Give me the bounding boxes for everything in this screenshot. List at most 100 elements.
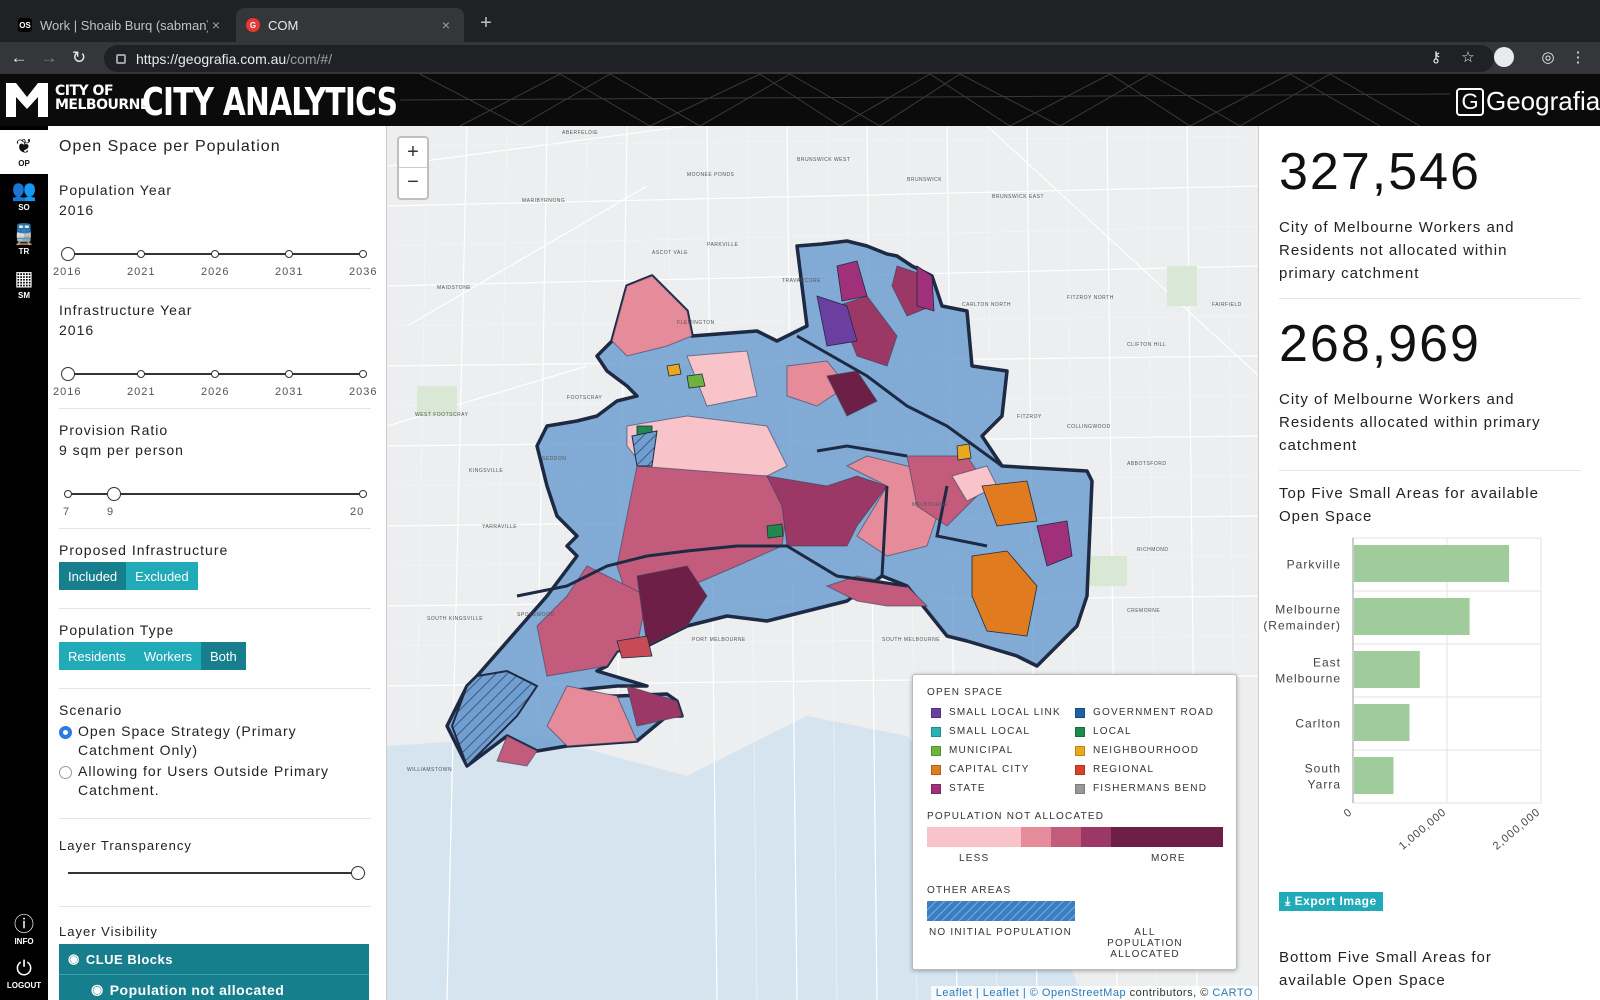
radio-button-checked[interactable] [59,726,72,739]
title-line: Bottom Five Small Areas for [1279,949,1492,966]
osm-link[interactable]: OpenStreetMap [1042,987,1126,999]
map-label: COLLINGWOOD [1067,424,1111,430]
stat-not-allocated-desc: City of Melbourne Workers and Residents n… [1279,216,1579,285]
workers-button[interactable]: Workers [134,642,201,670]
export-image-button[interactable]: ⤓ Export Image [1279,892,1383,911]
forward-arrow-icon[interactable]: → [38,47,60,69]
category-label: (Remainder) [1263,619,1341,633]
browser-tab-work[interactable]: OS Work | Shoaib Burq (sabman) - × [8,8,234,42]
tab-favicon-icon: G [246,18,260,32]
slider-step [285,370,293,378]
map-label: RICHMOND [1137,547,1169,553]
radio-button-unchecked[interactable] [59,766,72,779]
people-icon: 👥 [11,180,37,202]
module-icon-bar: ❦ OP 👥 SO 🚆 TR ▦ SM ⓘ INFO ⏻ LOGOUT [0,126,48,1000]
legend-label: REGIONAL [1093,764,1155,775]
layer-population-toggle[interactable]: ◉ Population not allocated [59,974,369,1000]
grid-icon: ▦ [14,268,34,290]
slider-tick: 2036 [349,386,378,398]
infrastructure-year-slider[interactable] [61,367,367,381]
back-arrow-icon[interactable]: ← [8,47,30,69]
legend-swatch [931,745,941,756]
browser-tab-com[interactable]: G COM × [236,8,464,42]
slider-handle[interactable] [107,487,121,501]
menu-dots-icon[interactable]: ⋮ [1568,48,1588,66]
legend-item: FISHERMANS BEND [1075,783,1207,794]
population-year-label: Population Year [59,182,173,198]
key-icon[interactable]: ⚷ [1426,48,1446,66]
legend-allocated-line2: ALLOCATED [1110,949,1180,960]
map-label: FOOTSCRAY [567,395,602,401]
map-label: MOONEE PONDS [687,172,735,178]
x-tick-label: 0 [1342,806,1355,820]
map-label: ABERFELDIE [562,130,598,136]
scenario-option-primary[interactable]: Open Space Strategy (Primary Catchment On… [59,722,297,760]
desc-line: primary catchment [1279,265,1420,282]
population-year-slider[interactable] [61,247,367,261]
map-label: SEDDON [542,456,566,462]
module-label: OP [18,159,30,168]
excluded-button[interactable]: Excluded [126,562,198,590]
scenario-option-outside[interactable]: Allowing for Users Outside Primary Catchm… [59,762,329,800]
module-social-button[interactable]: 👥 SO [0,174,48,218]
slider-handle[interactable] [351,866,365,880]
slider-handle[interactable] [61,247,75,261]
legend-swatch [1075,726,1085,737]
new-tab-button[interactable]: + [476,12,496,35]
top-five-bar-chart: Parkville Melbourne (Remainder) East Melbour… [1263,537,1543,853]
incognito-icon[interactable]: ◎ [1538,48,1558,66]
module-open-space-button[interactable]: ❦ OP [0,130,48,174]
proposed-infrastructure-toggle: Included Excluded [59,562,198,590]
legend-swatch [1075,783,1085,794]
legend-label: CAPITAL CITY [949,764,1030,775]
title-line: Open Space [1279,508,1373,525]
legend-label: FISHERMANS BEND [1093,783,1208,794]
map-label: MAIDSTONE [437,285,471,291]
layer-transparency-slider[interactable] [68,866,365,880]
legend-swatch [931,707,941,718]
included-button[interactable]: Included [59,562,127,590]
layer-clue-blocks-toggle[interactable]: ◉ CLUE Blocks [59,944,369,974]
divider [59,818,371,819]
provision-ratio-slider[interactable] [64,487,367,501]
slider-tick: 20 [350,506,365,518]
slider-step [137,370,145,378]
module-transport-button[interactable]: 🚆 TR [0,218,48,262]
tab-close-icon[interactable]: × [208,17,224,33]
residents-button[interactable]: Residents [59,642,135,670]
zoom-control: + − [397,136,429,200]
map-label: ASCOT VALE [652,250,688,256]
geografia-logo: G Geografia [1456,86,1600,117]
divider [1279,470,1581,471]
module-label: SO [18,203,30,212]
logout-button[interactable]: ⏻ LOGOUT [0,952,48,996]
profile-avatar[interactable] [1494,47,1514,67]
info-button[interactable]: ⓘ INFO [0,908,48,952]
legend-item: REGIONAL [1075,764,1154,775]
leaflet-link[interactable]: Leaflet | Leaflet | © [936,987,1039,999]
legend-swatch [1075,764,1085,775]
layer-name: CLUE Blocks [85,951,173,967]
reload-icon[interactable]: ↻ [68,47,90,69]
desc-line: catchment [1279,437,1358,454]
carto-link[interactable]: CARTO [1212,987,1253,999]
slider-tick: 2021 [127,266,156,278]
zoom-in-button[interactable]: + [399,138,427,168]
population-type-toggle: Residents Workers Both [59,642,246,670]
map-view[interactable]: ABERFELDIE MOONEE PONDS BRUNSWICK WEST B… [386,126,1258,1000]
slider-step [359,250,367,258]
module-sm-button[interactable]: ▦ SM [0,262,48,306]
tab-close-icon[interactable]: × [438,17,454,33]
statistics-panel: 327,546 City of Melbourne Workers and Res… [1258,126,1600,1000]
infrastructure-year-value: 2016 [59,322,95,338]
title-line: Top Five Small Areas for available [1279,485,1539,502]
both-button[interactable]: Both [200,642,246,670]
zoom-out-button[interactable]: − [399,168,427,198]
url-bar[interactable]: https://geografia.com.au/com/#/ [104,45,1494,72]
hatched-swatch [927,901,1075,921]
bar [1354,757,1394,794]
population-type-label: Population Type [59,622,175,638]
bookmark-star-icon[interactable]: ☆ [1458,48,1478,66]
slider-handle[interactable] [61,367,75,381]
app-title: CITY ANALYTICS [142,80,398,124]
